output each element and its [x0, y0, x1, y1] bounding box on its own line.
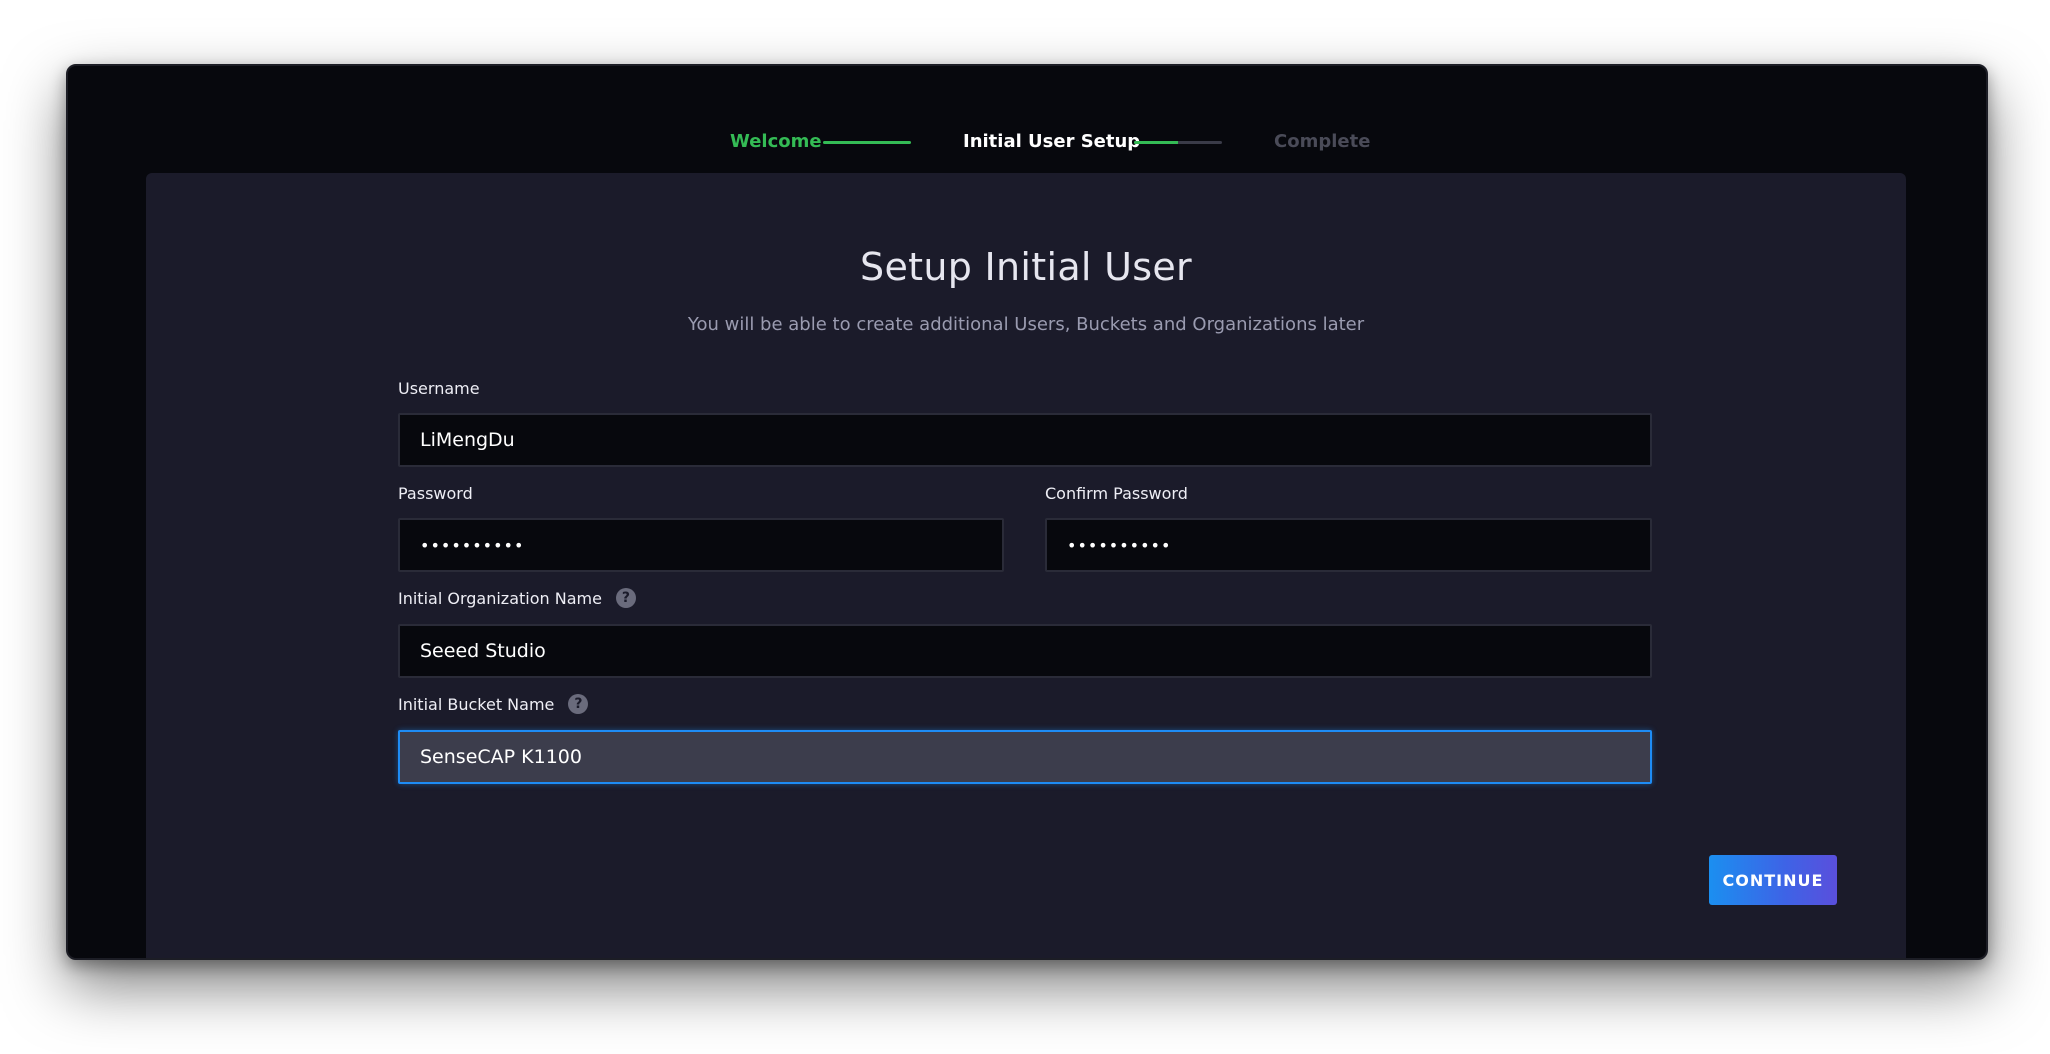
app-window: Welcome Initial User Setup Complete Setu… — [66, 64, 1988, 960]
username-input[interactable] — [398, 413, 1652, 467]
step-complete: Complete — [1274, 131, 1371, 152]
confirm-password-input[interactable] — [1045, 518, 1652, 572]
password-input[interactable] — [398, 518, 1004, 572]
setup-panel: Setup Initial User You will be able to c… — [146, 173, 1906, 958]
continue-button[interactable]: CONTINUE — [1709, 855, 1837, 905]
confirm-password-label: Confirm Password — [1045, 484, 1188, 503]
step-initial-user-setup: Initial User Setup — [963, 131, 1141, 152]
password-label: Password — [398, 484, 473, 503]
setup-stepper: Welcome Initial User Setup Complete — [68, 126, 1986, 158]
step-welcome: Welcome — [730, 131, 822, 152]
stepper-connector-2 — [1134, 141, 1222, 144]
bucket-name-input[interactable] — [398, 730, 1652, 784]
page-subtitle: You will be able to create additional Us… — [687, 314, 1365, 335]
page-title: Setup Initial User — [860, 245, 1192, 289]
stepper-connector-1 — [823, 141, 911, 144]
org-name-help-icon[interactable]: ? — [615, 588, 636, 608]
bucket-name-label: Initial Bucket Name — [398, 694, 555, 714]
bucket-name-label-row: Initial Bucket Name ? — [398, 694, 589, 714]
bucket-name-help-icon[interactable]: ? — [568, 694, 589, 714]
org-name-input[interactable] — [398, 624, 1652, 678]
org-name-label: Initial Organization Name — [398, 588, 602, 608]
org-name-label-row: Initial Organization Name ? — [398, 588, 636, 608]
username-label: Username — [398, 379, 480, 398]
stepper-progress-fill — [1134, 141, 1178, 144]
